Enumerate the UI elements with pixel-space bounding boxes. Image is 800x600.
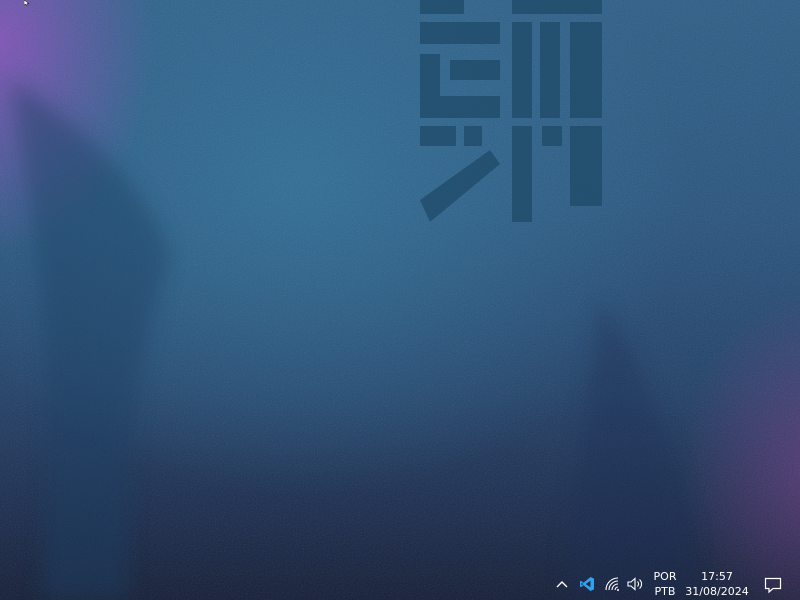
chevron-up-icon <box>556 581 568 588</box>
clock-time: 17:57 <box>701 570 733 583</box>
clock-button[interactable]: 17:57 31/08/2024 <box>684 569 750 599</box>
wifi-icon <box>605 577 619 591</box>
action-center-button[interactable] <box>764 576 782 594</box>
wallpaper-shadow-shape <box>10 80 700 600</box>
input-language-button[interactable]: POR PTB <box>648 569 682 599</box>
speaker-icon <box>627 577 642 591</box>
desktop[interactable]: POR PTB 17:57 31/08/2024 <box>0 0 800 600</box>
vscode-icon <box>580 577 594 591</box>
notification-icon <box>764 577 782 594</box>
network-button[interactable] <box>603 576 621 592</box>
volume-button[interactable] <box>626 576 644 592</box>
vscode-tray-button[interactable] <box>579 576 595 592</box>
keyboard-layout: PTB <box>654 585 676 598</box>
system-tray: POR PTB 17:57 31/08/2024 <box>548 568 800 600</box>
language-code: POR <box>653 570 677 583</box>
wallpaper-glyph-art <box>420 0 602 222</box>
mouse-cursor <box>24 0 30 6</box>
clock-date: 31/08/2024 <box>685 585 749 598</box>
show-hidden-icons-button[interactable] <box>554 576 570 592</box>
